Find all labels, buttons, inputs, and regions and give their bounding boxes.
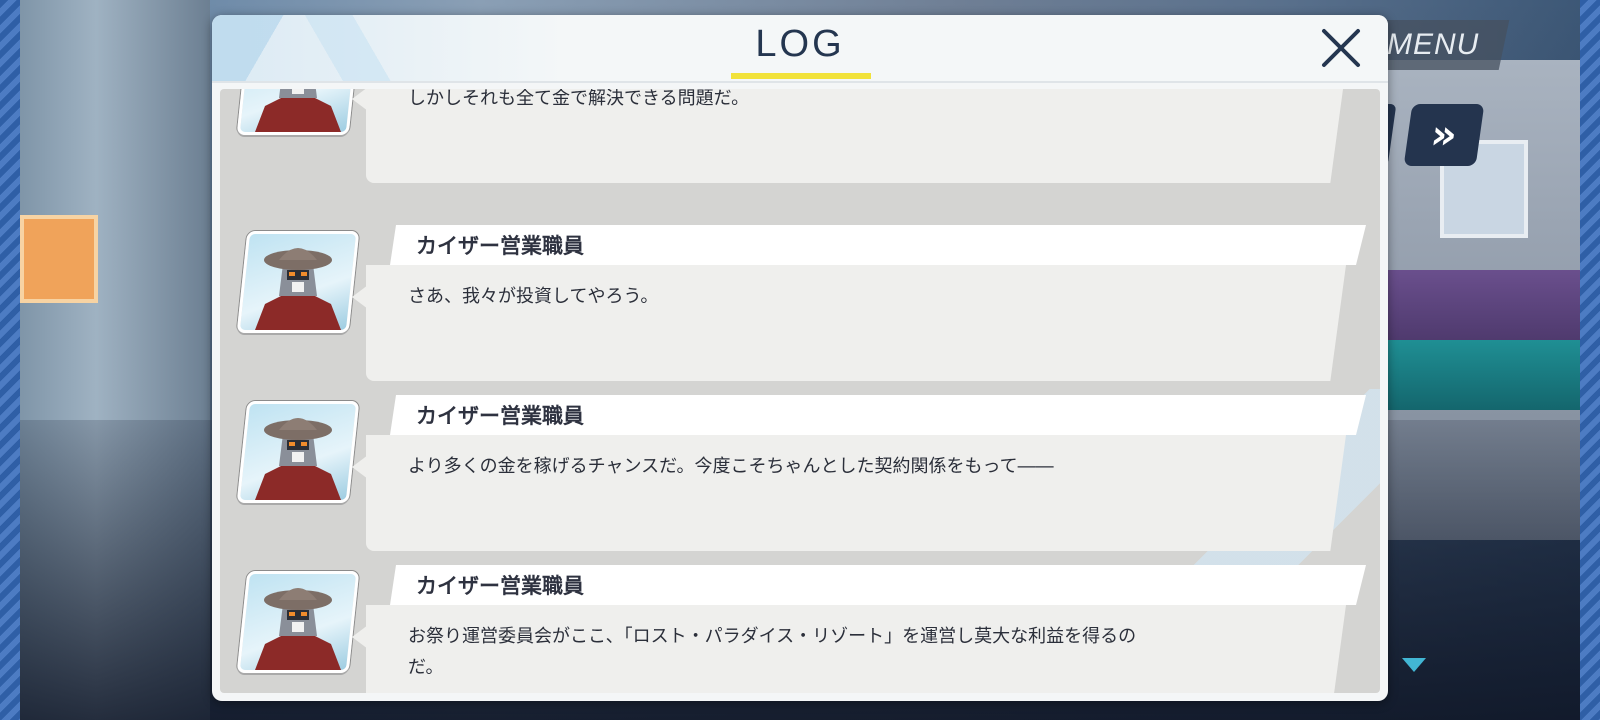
log-header: LOG xyxy=(212,15,1388,83)
dialogue-text: さあ、我々が投資してやろう。 xyxy=(408,281,1208,312)
log-entry: しかしそれも全て金で解決できる問題だ。 xyxy=(220,89,1380,187)
right-border-stripe xyxy=(1580,0,1600,720)
bubble-tail xyxy=(352,285,368,309)
speaker-portrait xyxy=(236,89,360,135)
dialogue-line: お祭り運営委員会がここ、「ロスト・パラダイス・リゾート」を運営し莫大な利益を得る… xyxy=(408,626,1137,647)
scroll-down-indicator-icon xyxy=(1402,658,1426,672)
fast-forward-button[interactable]: » xyxy=(1403,104,1485,166)
dialogue-line: しかしそれも全て金で解決できる問題だ。 xyxy=(408,89,750,109)
close-icon xyxy=(1322,29,1360,67)
dialogue-text: お祭り運営委員会がここ、「ロスト・パラダイス・リゾート」を運営し莫大な利益を得る… xyxy=(408,621,1208,683)
speaker-name: カイザー営業職員 xyxy=(416,234,584,258)
bubble-tail xyxy=(352,89,368,111)
close-button[interactable] xyxy=(1318,25,1364,71)
dialogue-line-continuation: だ。 xyxy=(408,657,444,678)
log-entry: カイザー営業職員 より多くの金を稼げるチャンスだ。今度こそちゃんとした契約関係を… xyxy=(220,395,1380,555)
dialogue-text: しかしそれも全て金で解決できる問題だ。 xyxy=(408,89,1208,114)
log-title-underline xyxy=(731,73,871,79)
dialogue-line: より多くの金を稼げるチャンスだ。今度こそちゃんとした契約関係をもって―― xyxy=(408,456,1054,477)
speaker-name: カイザー営業職員 xyxy=(416,404,584,428)
background-sign xyxy=(20,215,98,303)
speaker-name: カイザー営業職員 xyxy=(416,574,584,598)
speaker-portrait xyxy=(236,231,360,333)
log-entry: カイザー営業職員 お祭り運営委員会がここ、「ロスト・パラダイス・リゾート」を運営… xyxy=(220,565,1380,693)
log-scroll-area[interactable]: しかしそれも全て金で解決できる問題だ。 カイザー営業職員 さあ、我々が投資してや… xyxy=(220,89,1380,693)
dialogue-line: さあ、我々が投資してやろう。 xyxy=(408,286,659,307)
menu-button-label: MENU xyxy=(1386,28,1480,61)
bubble-tail xyxy=(352,625,368,649)
double-chevron-right-icon: » xyxy=(1427,112,1461,158)
background-awning xyxy=(1380,270,1580,340)
bubble-tail xyxy=(352,455,368,479)
log-title: LOG xyxy=(755,23,845,65)
dialogue-text: より多くの金を稼げるチャンスだ。今度こそちゃんとした契約関係をもって―― xyxy=(408,451,1208,482)
left-border-stripe xyxy=(0,0,20,720)
background-storefront xyxy=(1380,340,1580,410)
speaker-portrait xyxy=(236,571,360,673)
log-entry: カイザー営業職員 さあ、我々が投資してやろう。 xyxy=(220,225,1380,385)
speaker-portrait xyxy=(236,401,360,503)
log-panel: LOG しかしそれも全て金で解決できる問題だ。 カイザー営業職員 さあ、我々が投… xyxy=(212,15,1388,701)
